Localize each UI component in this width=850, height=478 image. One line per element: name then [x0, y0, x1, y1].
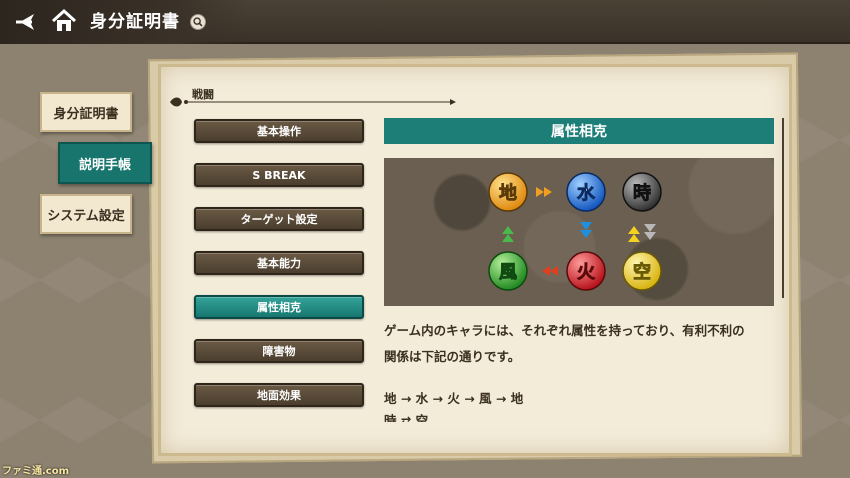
element-affinity-diagram: 地 水 時 風 火 空 — [384, 158, 774, 306]
menu-target-settings[interactable]: ターゲット設定 — [194, 207, 364, 231]
scrollbar[interactable] — [782, 118, 784, 298]
element-cycle: 地 → 水 → 火 → 風 → 地 — [384, 391, 524, 406]
earth-orb: 地 — [488, 172, 528, 212]
side-tab-label: 身分証明書 — [53, 106, 119, 122]
menu-element-affinity[interactable]: 属性相克 — [194, 295, 364, 319]
arrow-wind-to-earth — [502, 226, 514, 242]
time-orb: 時 — [622, 172, 662, 212]
arrow-fire-to-wind — [542, 266, 558, 276]
wind-orb: 風 — [488, 251, 528, 291]
description: ゲーム内のキャラには、それぞれ属性を持っており、有利不利の 関係は下記の通りです… — [384, 318, 784, 370]
section-ornament — [170, 97, 456, 107]
svg-text:地: 地 — [499, 182, 517, 204]
side-tab-id-card[interactable]: 身分証明書 — [40, 92, 132, 132]
page-title: 身分証明書 — [90, 12, 180, 32]
svg-text:時: 時 — [633, 183, 651, 204]
back-arrow-icon[interactable] — [12, 8, 40, 36]
side-tab-system-settings[interactable]: システム設定 — [40, 194, 132, 234]
arrow-earth-to-water — [536, 187, 552, 197]
water-orb: 水 — [566, 172, 606, 212]
content-title: 属性相克 — [384, 118, 774, 144]
arrow-water-to-fire — [580, 222, 592, 238]
svg-text:火: 火 — [577, 262, 596, 283]
menu-basic-abilities[interactable]: 基本能力 — [194, 251, 364, 275]
menu-s-break[interactable]: S BREAK — [194, 163, 364, 187]
fire-orb: 火 — [566, 251, 606, 291]
sky-orb: 空 — [622, 251, 662, 291]
watermark: ファミ通.com — [2, 466, 70, 477]
side-tab-label: 説明手帳 — [78, 157, 131, 173]
element-pair: 時 ⇄ 空 — [384, 413, 429, 422]
menu-basic-controls[interactable]: 基本操作 — [194, 119, 364, 143]
menu-ground-effects[interactable]: 地面効果 — [194, 383, 364, 407]
svg-text:風: 風 — [499, 262, 517, 283]
top-bar: 身分証明書 — [0, 0, 850, 44]
side-tab-label: システム設定 — [47, 208, 125, 224]
home-icon[interactable] — [50, 7, 78, 35]
svg-text:空: 空 — [633, 261, 651, 283]
menu-obstacles[interactable]: 障害物 — [194, 339, 364, 363]
arrow-sky-to-time — [628, 226, 640, 242]
arrow-time-to-sky — [644, 224, 656, 240]
svg-text:水: 水 — [577, 182, 596, 204]
side-tab-manual[interactable]: 説明手帳 — [58, 142, 152, 184]
description-line: 関係は下記の通りです。 — [384, 349, 521, 364]
description-line: ゲーム内のキャラには、それぞれ属性を持っており、有利不利の — [384, 323, 745, 338]
search-icon[interactable] — [190, 14, 206, 30]
